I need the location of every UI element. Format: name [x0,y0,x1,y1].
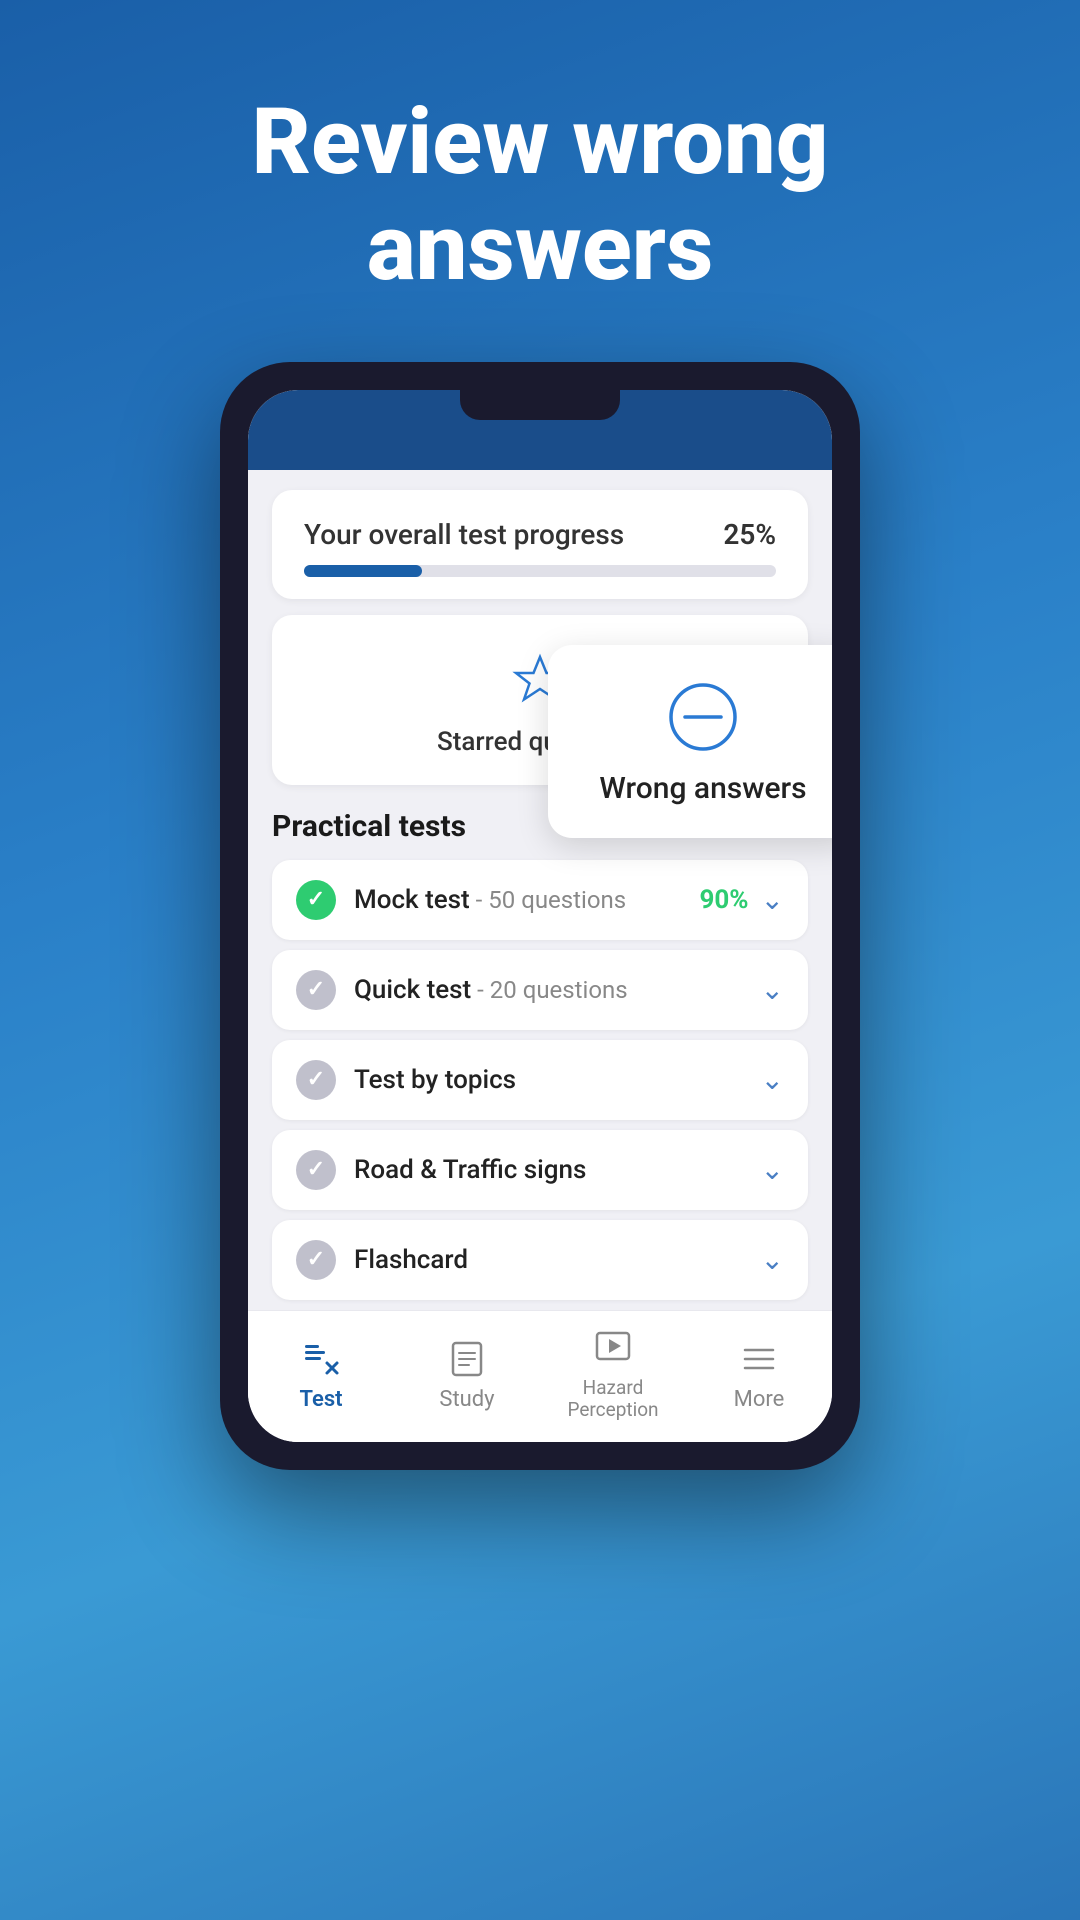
road-traffic-signs-text: Road & Traffic signs [354,1155,586,1185]
nav-label-study: Study [439,1387,494,1412]
bottom-nav: Test Study [248,1310,832,1443]
list-item-flashcard[interactable]: ✓ Flashcard ⌄ [272,1220,808,1300]
cards-row: Starred questions Wrong answers [272,615,808,785]
checkmark: ✓ [307,887,325,912]
wrong-answers-label: Wrong answers [599,771,806,806]
nav-label-more: More [734,1387,785,1412]
list-item-quick-test[interactable]: ✓ Quick test - 20 questions ⌄ [272,950,808,1030]
check-circle-gray: ✓ [296,970,336,1010]
test-by-topics-text: Test by topics [354,1065,516,1095]
nav-item-hazard-perception[interactable]: HazardPerception [540,1327,686,1423]
check-circle-gray: ✓ [296,1150,336,1190]
nav-item-more[interactable]: More [686,1337,832,1412]
chevron-down-icon: ⌄ [761,973,784,1006]
progress-bar-fill [304,565,422,577]
nav-item-test[interactable]: Test [248,1337,394,1412]
progress-bar-bg [304,565,776,577]
list-item-test-by-topics[interactable]: ✓ Test by topics ⌄ [272,1040,808,1120]
progress-label: Your overall test progress [304,518,624,551]
list-item-road-traffic-signs[interactable]: ✓ Road & Traffic signs ⌄ [272,1130,808,1210]
check-circle-green: ✓ [296,880,336,920]
mock-test-percent: 90% [699,885,748,915]
quick-test-text: Quick test - 20 questions [354,975,628,1005]
chevron-down-icon: ⌄ [761,1243,784,1276]
no-entry-icon [667,681,739,753]
nav-label-test: Test [299,1387,342,1412]
phone-screen: Your overall test progress 25% Starred [248,390,832,1443]
hero-title: Review wrong answers [0,0,1080,362]
check-circle-gray: ✓ [296,1060,336,1100]
nav-label-hazard-perception: HazardPerception [567,1377,658,1423]
chevron-down-icon: ⌄ [761,883,784,916]
checkmark: ✓ [307,1067,325,1092]
flashcard-text: Flashcard [354,1245,468,1275]
wrong-answers-card[interactable]: Wrong answers [548,645,832,838]
chevron-down-icon: ⌄ [761,1063,784,1096]
nav-item-study[interactable]: Study [394,1337,540,1412]
phone-mockup: Your overall test progress 25% Starred [220,362,860,1471]
mock-test-text: Mock test - 50 questions [354,885,626,915]
phone-frame: Your overall test progress 25% Starred [220,362,860,1471]
progress-percent: 25% [723,518,776,551]
test-icon [299,1337,343,1381]
study-icon [445,1337,489,1381]
check-circle-gray: ✓ [296,1240,336,1280]
checkmark: ✓ [307,1247,325,1272]
phone-notch [460,390,620,420]
list-item-mock-test[interactable]: ✓ Mock test - 50 questions 90% ⌄ [272,860,808,940]
hazard-perception-icon [591,1327,635,1371]
progress-card: Your overall test progress 25% [272,490,808,599]
checkmark: ✓ [307,977,325,1002]
chevron-down-icon: ⌄ [761,1153,784,1186]
app-content: Your overall test progress 25% Starred [248,490,832,1443]
more-icon [737,1337,781,1381]
checkmark: ✓ [307,1157,325,1182]
